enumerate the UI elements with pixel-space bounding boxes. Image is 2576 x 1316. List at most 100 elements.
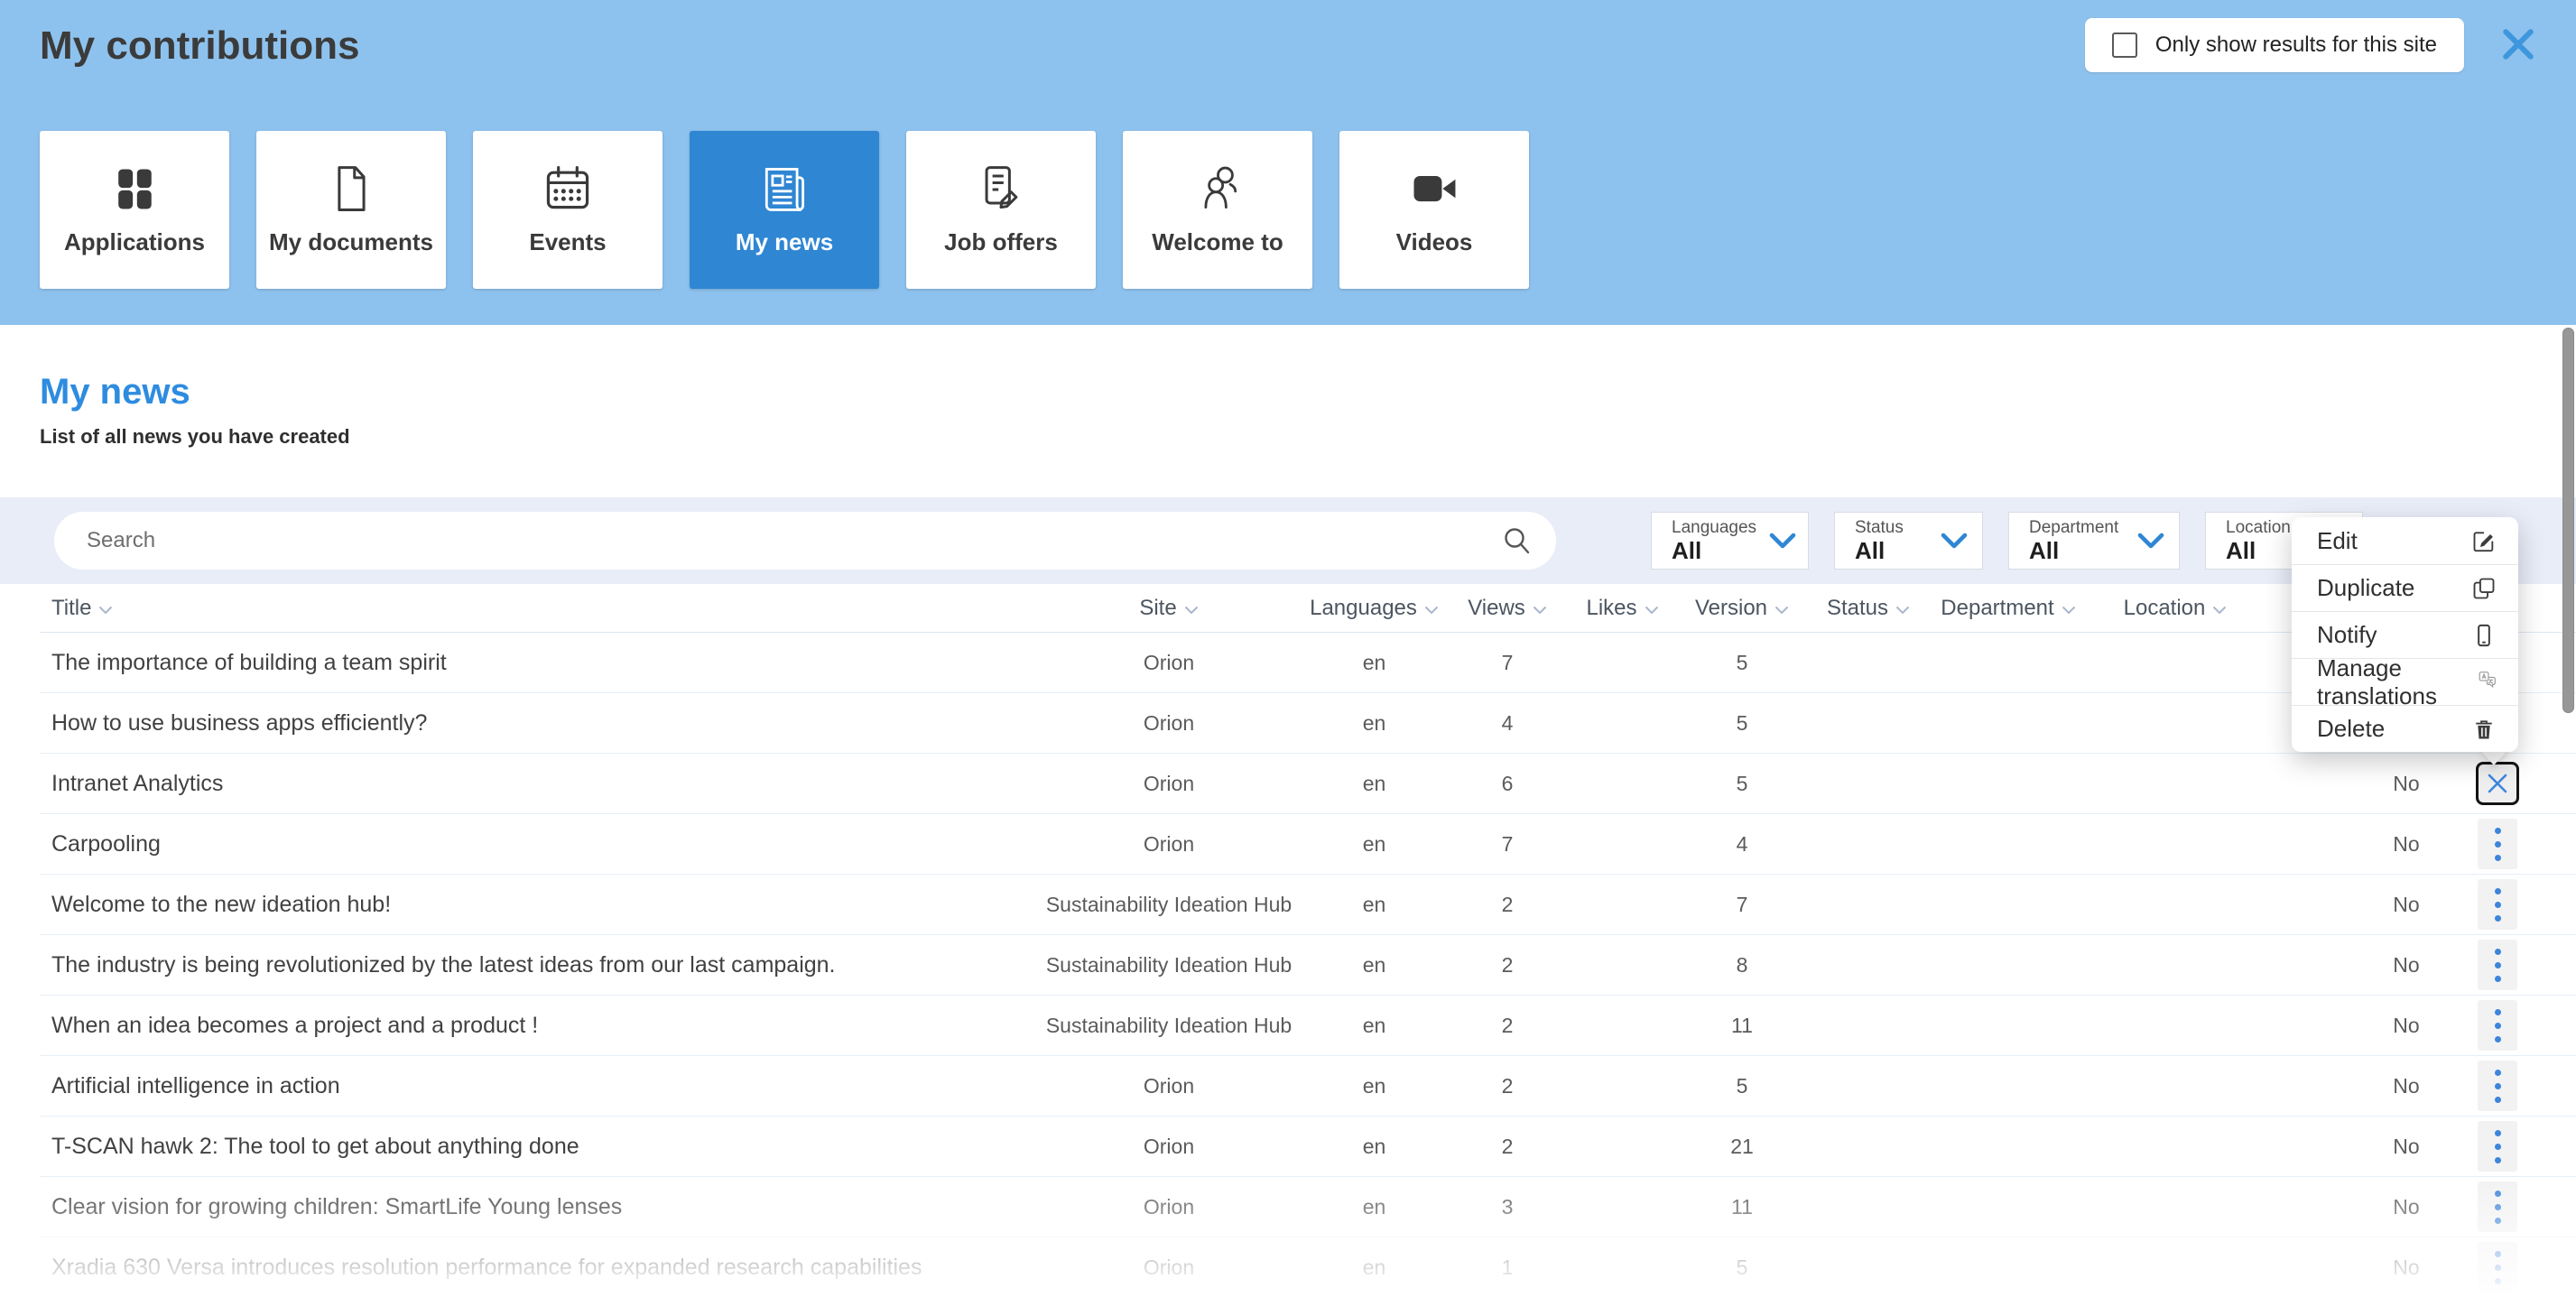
kebab-dot bbox=[2495, 976, 2501, 982]
category-tabs: Applications My documentsEvents My news Job… bbox=[40, 131, 1529, 289]
table-row[interactable]: T-SCAN hawk 2: The tool to get about any… bbox=[40, 1117, 2576, 1177]
cell-version: 7 bbox=[1670, 893, 1814, 917]
section-subtitle: List of all news you have created bbox=[40, 425, 2576, 449]
kebab-dot bbox=[2495, 1218, 2501, 1224]
only-this-site-label: Only show results for this site bbox=[2155, 32, 2437, 58]
search-input[interactable] bbox=[87, 528, 1500, 553]
column-header-languages[interactable]: Languages bbox=[1309, 596, 1440, 621]
banner: My contributions Only show results for t… bbox=[0, 0, 2576, 325]
tab-events[interactable]: Events bbox=[473, 131, 663, 289]
filter-department[interactable]: DepartmentAll bbox=[2008, 512, 2180, 570]
tab-applications[interactable]: Applications bbox=[40, 131, 229, 289]
tab-my-news[interactable]: My news bbox=[690, 131, 879, 289]
column-label: Department bbox=[1941, 596, 2053, 621]
vertical-scrollbar[interactable] bbox=[2562, 328, 2574, 713]
cell-version: 11 bbox=[1670, 1014, 1814, 1038]
cell-site: Orion bbox=[1029, 772, 1309, 796]
row-menu-button[interactable] bbox=[2478, 940, 2517, 990]
cell-title: The importance of building a team spirit bbox=[40, 650, 1029, 676]
menu-item-notify[interactable]: Notify bbox=[2292, 611, 2518, 658]
row-menu-button[interactable] bbox=[2478, 1242, 2517, 1293]
column-header-views[interactable]: Views bbox=[1440, 596, 1575, 621]
row-menu-button[interactable] bbox=[2478, 1121, 2517, 1172]
menu-item-label: Notify bbox=[2317, 621, 2377, 649]
row-menu-button[interactable] bbox=[2478, 1000, 2517, 1051]
menu-item-duplicate[interactable]: Duplicate bbox=[2292, 564, 2518, 611]
filter-value: All bbox=[1855, 538, 1904, 563]
column-label: Location bbox=[2124, 596, 2206, 621]
table-row[interactable]: Clear vision for growing children: Smart… bbox=[40, 1177, 2576, 1237]
tab-job-offers[interactable]: Job offers bbox=[906, 131, 1096, 289]
column-label: Version bbox=[1695, 596, 1767, 621]
tab-videos[interactable]: Videos bbox=[1339, 131, 1529, 289]
cell-version: 8 bbox=[1670, 953, 1814, 978]
cell-actions bbox=[2466, 879, 2529, 930]
menu-item-label: Duplicate bbox=[2317, 574, 2414, 602]
filter-languages[interactable]: LanguagesAll bbox=[1651, 512, 1809, 570]
cell-actions bbox=[2466, 819, 2529, 869]
filter-value: All bbox=[2226, 538, 2291, 563]
tab-label: Applications bbox=[64, 228, 205, 256]
cell-languages: en bbox=[1309, 832, 1440, 857]
table-row[interactable]: The importance of building a team spirit… bbox=[40, 633, 2576, 693]
kebab-dot bbox=[2495, 949, 2501, 955]
cell-version: 5 bbox=[1670, 711, 1814, 736]
kebab-dot bbox=[2495, 1097, 2501, 1103]
row-context-menu: Edit Duplicate Notify Manage translationsDe… bbox=[2292, 517, 2518, 752]
sort-chevron-icon bbox=[2212, 602, 2227, 615]
tab-welcome-to[interactable]: Welcome to bbox=[1123, 131, 1312, 289]
cell-title: Xradia 630 Versa introduces resolution p… bbox=[40, 1255, 1029, 1281]
close-panel-button[interactable] bbox=[2497, 23, 2540, 67]
column-header-site[interactable]: Site bbox=[1029, 596, 1309, 621]
row-menu-button[interactable] bbox=[2478, 1182, 2517, 1232]
column-header-location[interactable]: Location bbox=[2094, 596, 2256, 621]
menu-item-edit[interactable]: Edit bbox=[2292, 517, 2518, 564]
table-row[interactable]: How to use business apps efficiently?Ori… bbox=[40, 693, 2576, 754]
tab-label: Job offers bbox=[944, 228, 1058, 256]
table-row[interactable]: Artificial intelligence in actionOrionen… bbox=[40, 1056, 2576, 1117]
section-title: My news bbox=[40, 372, 2576, 412]
table-row[interactable]: CarpoolingOrionen74No bbox=[40, 814, 2576, 875]
only-this-site-checkbox[interactable] bbox=[2112, 32, 2137, 58]
row-menu-button[interactable] bbox=[2478, 1061, 2517, 1111]
search-filter-band: LanguagesAllStatusAllDepartmentAllLocati… bbox=[0, 497, 2576, 584]
manage-translations-icon bbox=[2478, 670, 2497, 695]
welcome-person-icon bbox=[1191, 162, 1245, 216]
table-row[interactable]: The industry is being revolutionized by … bbox=[40, 935, 2576, 996]
table-row[interactable]: Intranet AnalyticsOrionen65No bbox=[40, 754, 2576, 814]
row-menu-button[interactable] bbox=[2478, 879, 2517, 930]
filter-label: Languages bbox=[1672, 518, 1756, 538]
column-label: Status bbox=[1827, 596, 1888, 621]
tab-label: My news bbox=[736, 228, 833, 256]
cell-title: Artificial intelligence in action bbox=[40, 1073, 1029, 1099]
search-box bbox=[54, 512, 1556, 570]
column-header-status[interactable]: Status bbox=[1814, 596, 1923, 621]
filter-value: All bbox=[1672, 538, 1756, 563]
search-icon[interactable] bbox=[1500, 524, 1533, 557]
column-header-department[interactable]: Department bbox=[1923, 596, 2094, 621]
table-row[interactable]: Xradia 630 Versa introduces resolution p… bbox=[40, 1237, 2576, 1298]
menu-item-manage-translations[interactable]: Manage translations bbox=[2292, 658, 2518, 705]
close-row-menu-button[interactable] bbox=[2476, 762, 2519, 805]
table-row[interactable]: When an idea becomes a project and a pro… bbox=[40, 996, 2576, 1056]
cell-flag: No bbox=[2347, 893, 2466, 917]
cell-title: When an idea becomes a project and a pro… bbox=[40, 1013, 1029, 1039]
notify-icon bbox=[2471, 623, 2497, 648]
job-offers-icon bbox=[974, 162, 1028, 216]
filter-status[interactable]: StatusAll bbox=[1834, 512, 1983, 570]
row-menu-button[interactable] bbox=[2478, 819, 2517, 869]
cell-title: Clear vision for growing children: Smart… bbox=[40, 1194, 1029, 1220]
column-header-likes[interactable]: Likes bbox=[1575, 596, 1670, 621]
menu-item-delete[interactable]: Delete bbox=[2292, 705, 2518, 752]
sort-chevron-icon bbox=[1184, 602, 1199, 615]
cell-flag: No bbox=[2347, 772, 2466, 796]
cell-site: Orion bbox=[1029, 832, 1309, 857]
cell-flag: No bbox=[2347, 1014, 2466, 1038]
table-header-row: TitleSiteLanguagesViewsLikes Version Statu… bbox=[40, 584, 2576, 633]
table-row[interactable]: Welcome to the new ideation hub!Sustaina… bbox=[40, 875, 2576, 935]
column-header-version[interactable]: Version bbox=[1670, 596, 1814, 621]
cell-languages: en bbox=[1309, 711, 1440, 736]
column-header-title[interactable]: Title bbox=[40, 596, 1029, 621]
cell-actions bbox=[2466, 940, 2529, 990]
tab-my-documents[interactable]: My documents bbox=[256, 131, 446, 289]
